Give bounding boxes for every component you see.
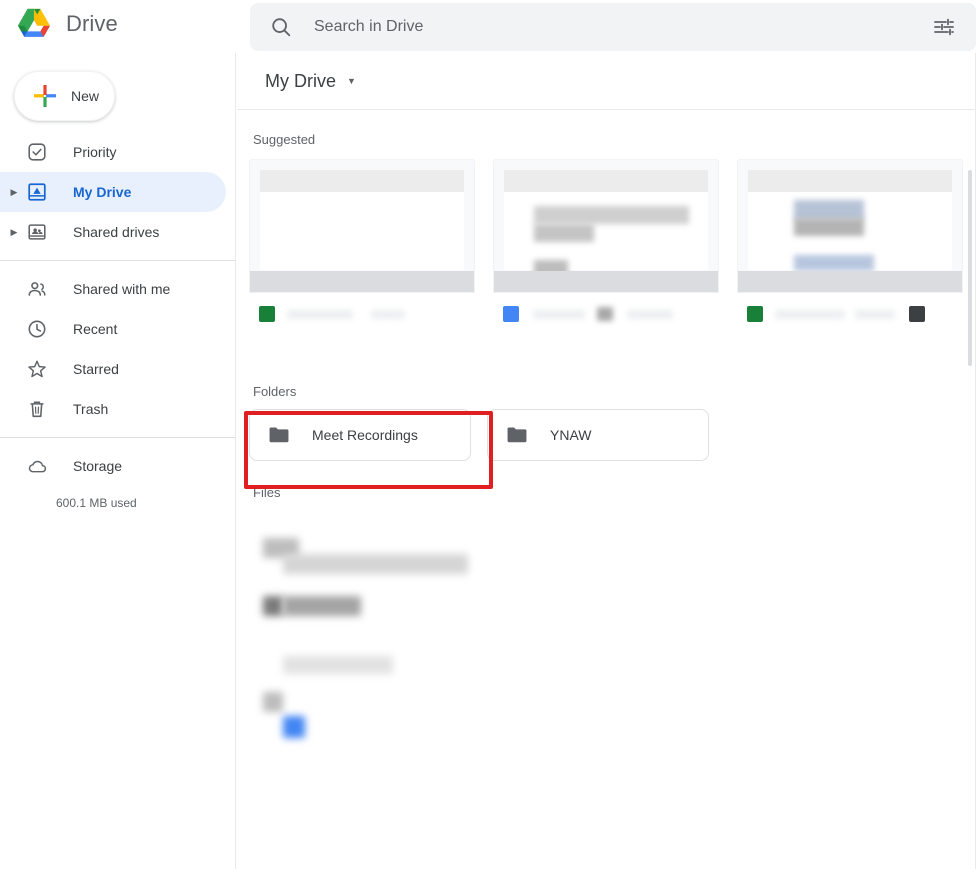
thumbnail-footer-band	[494, 271, 718, 292]
sidebar-nav: Priority ▶ My Drive ▶ Shared drives Shar…	[0, 132, 236, 510]
redacted-file-cell	[283, 716, 305, 738]
redacted-file-meta	[855, 309, 895, 319]
sidebar-item-recent[interactable]: Recent	[0, 309, 226, 349]
thumbnail-header-band	[504, 170, 708, 192]
scrollbar-thumb[interactable]	[968, 170, 972, 366]
sidebar-item-shared-drives[interactable]: ▶ Shared drives	[0, 212, 226, 252]
redacted-thumb-line	[534, 224, 594, 242]
redacted-file-name	[533, 309, 585, 319]
sidebar-item-starred[interactable]: Starred	[0, 349, 226, 389]
new-button[interactable]: New	[14, 71, 115, 121]
expand-caret-icon[interactable]: ▶	[6, 187, 22, 197]
thumbnail-footer-band	[738, 271, 962, 292]
app-title: Drive	[66, 11, 118, 36]
clock-icon	[25, 317, 49, 341]
search-bar[interactable]	[250, 3, 976, 51]
folder-label: YNAW	[550, 427, 592, 443]
card-thumbnail[interactable]	[249, 159, 475, 293]
files-section-label: Files	[253, 485, 281, 500]
folder-item-meet-recordings[interactable]: Meet Recordings	[249, 409, 471, 461]
redacted-thumb-line	[534, 206, 689, 224]
plus-icon	[34, 85, 56, 107]
sidebar-item-label: Shared drives	[73, 224, 160, 240]
google-drive-window: Drive Search in Drive New Priority ▶ My …	[0, 0, 976, 869]
files-list	[249, 510, 976, 740]
suggested-cards-row	[249, 159, 976, 326]
top-bar: Drive	[0, 0, 976, 53]
redacted-file-cell	[263, 692, 283, 712]
google-drive-logo-icon	[17, 8, 51, 37]
folder-item-ynaw[interactable]: YNAW	[487, 409, 709, 461]
sidebar-item-label: Shared with me	[73, 281, 171, 297]
redacted-file-cell	[283, 596, 361, 616]
chevron-down-icon[interactable]: ▼	[347, 76, 356, 86]
app-brand[interactable]: Drive	[14, 6, 118, 42]
search-icon	[272, 18, 291, 37]
star-icon	[25, 357, 49, 381]
suggested-card[interactable]	[249, 159, 475, 326]
folder-label: Meet Recordings	[312, 427, 418, 443]
file-type-icon	[747, 306, 763, 322]
folder-icon	[269, 427, 289, 443]
my-drive-icon	[25, 180, 49, 204]
tune-filter-icon[interactable]	[932, 15, 956, 39]
card-meta	[737, 293, 963, 326]
shared-drives-icon	[25, 220, 49, 244]
redacted-file-name	[775, 309, 845, 319]
suggested-card[interactable]	[493, 159, 719, 326]
redacted-thumb-line	[794, 200, 864, 220]
thumbnail-header-band	[748, 170, 952, 192]
sidebar-item-trash[interactable]: Trash	[0, 389, 226, 429]
redacted-file-cell	[283, 554, 468, 574]
search-input[interactable]	[314, 18, 932, 36]
expand-caret-icon[interactable]: ▶	[6, 227, 22, 237]
sidebar-item-storage[interactable]: Storage	[0, 446, 226, 486]
file-type-icon	[909, 306, 925, 322]
breadcrumb-bar: My Drive ▼	[237, 53, 976, 110]
trash-icon	[25, 397, 49, 421]
redacted-file-cell	[263, 596, 283, 616]
folders-row: Meet Recordings YNAW	[249, 409, 976, 461]
sidebar-item-priority[interactable]: Priority	[0, 132, 226, 172]
people-icon	[25, 277, 49, 301]
card-thumbnail[interactable]	[737, 159, 963, 293]
card-meta	[493, 293, 719, 326]
thumbnail-header-band	[260, 170, 464, 192]
new-button-label: New	[71, 88, 100, 104]
sidebar-item-label: Storage	[73, 458, 123, 474]
redacted-thumb-line	[794, 255, 874, 271]
storage-used-text: 600.1 MB used	[56, 496, 137, 510]
cloud-icon	[25, 454, 49, 478]
redacted-file-name	[287, 309, 353, 319]
sidebar: New Priority ▶ My Drive ▶ Shared drives …	[0, 53, 236, 869]
redacted-file-meta	[371, 309, 405, 319]
file-type-icon	[259, 306, 275, 322]
sidebar-item-label: Priority	[73, 144, 117, 160]
sidebar-item-shared-with-me[interactable]: Shared with me	[0, 269, 226, 309]
file-type-icon	[503, 306, 519, 322]
breadcrumb[interactable]: My Drive	[265, 71, 336, 92]
folders-section-label: Folders	[253, 384, 297, 399]
sidebar-divider-1	[0, 260, 236, 261]
sidebar-divider-2	[0, 437, 236, 438]
card-thumbnail[interactable]	[493, 159, 719, 293]
card-meta	[249, 293, 475, 326]
suggested-section-label: Suggested	[253, 132, 316, 147]
check-circle-icon	[25, 140, 49, 164]
suggested-card[interactable]	[737, 159, 963, 326]
sidebar-item-label: Trash	[73, 401, 109, 417]
redacted-badge	[597, 307, 613, 321]
sidebar-item-label: Starred	[73, 361, 119, 377]
redacted-file-cell	[283, 656, 393, 674]
folder-icon	[507, 427, 527, 443]
thumbnail-footer-band	[250, 271, 474, 292]
redacted-thumb-line	[794, 218, 864, 236]
sidebar-item-my-drive[interactable]: ▶ My Drive	[0, 172, 226, 212]
redacted-file-meta	[627, 309, 673, 319]
sidebar-item-label: My Drive	[73, 184, 132, 200]
sidebar-item-label: Recent	[73, 321, 118, 337]
main-content: My Drive ▼ Suggested Folders Meet Record…	[237, 53, 976, 869]
